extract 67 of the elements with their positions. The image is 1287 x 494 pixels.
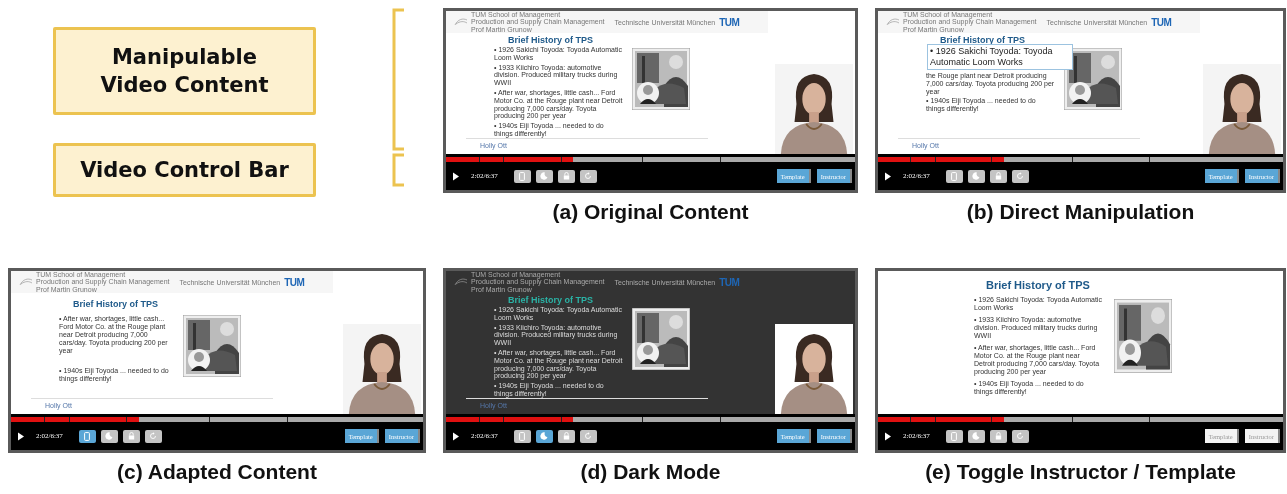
lock-icon	[994, 432, 1002, 440]
moon-icon	[105, 432, 114, 440]
figure-caption: (e) Toggle Instructor / Template	[924, 460, 1237, 484]
dark-mode-button[interactable]	[535, 429, 553, 443]
lock-button[interactable]	[122, 429, 140, 443]
lock-button[interactable]	[989, 169, 1007, 183]
play-icon[interactable]	[452, 171, 460, 181]
dark-mode-button[interactable]	[535, 169, 553, 183]
mobile-view-button[interactable]	[78, 429, 96, 443]
figure-caption: (a) Original Content	[551, 200, 750, 224]
lock-button[interactable]	[557, 169, 575, 183]
dark-mode-button[interactable]	[967, 169, 985, 183]
legend-box: Manipulable Video Content	[53, 27, 316, 115]
figure-caption: (b) Direct Manipulation	[965, 200, 1196, 224]
university-logo: TUM	[719, 16, 740, 28]
lock-icon	[994, 172, 1002, 180]
lock-button[interactable]	[557, 429, 575, 443]
reset-button[interactable]	[579, 169, 597, 183]
moon-icon	[972, 172, 981, 180]
play-icon[interactable]	[452, 431, 460, 441]
bracket	[392, 153, 404, 187]
phone-icon	[519, 431, 526, 441]
university-logo: TUM	[1151, 16, 1172, 28]
lock-icon	[562, 172, 570, 180]
reset-button[interactable]	[1011, 169, 1029, 183]
refresh-icon	[584, 172, 593, 180]
reset-button[interactable]	[144, 429, 162, 443]
phone-icon	[951, 431, 958, 441]
figure-caption: (d) Dark Mode	[579, 460, 722, 484]
mobile-view-button[interactable]	[945, 169, 963, 183]
figure-caption: (c) Adapted Content	[116, 460, 318, 484]
mobile-view-button[interactable]	[945, 429, 963, 443]
university-logo: TUM	[284, 276, 305, 288]
phone-icon	[519, 171, 526, 181]
refresh-icon	[1016, 432, 1025, 440]
enlarged-text-box[interactable]: • 1926 Sakichi Toyoda: Toyoda Automatic Loom Works	[927, 44, 1073, 70]
logo-icon	[886, 18, 900, 26]
refresh-icon	[149, 432, 158, 440]
moon-icon	[972, 432, 981, 440]
phone-icon	[84, 431, 91, 441]
dark-mode-button[interactable]	[967, 429, 985, 443]
play-icon[interactable]	[17, 431, 25, 441]
phone-icon	[951, 171, 958, 181]
reset-button[interactable]	[1011, 429, 1029, 443]
lock-button[interactable]	[989, 429, 1007, 443]
slide-title: Brief History of TPS	[73, 299, 159, 309]
logo-icon	[454, 18, 468, 26]
refresh-icon	[1016, 172, 1025, 180]
play-icon[interactable]	[884, 431, 892, 441]
mobile-view-button[interactable]	[513, 169, 531, 183]
slide-title: Brief History of TPS	[940, 35, 1026, 45]
logo-icon	[454, 278, 468, 286]
logo-icon	[19, 278, 33, 286]
lock-icon	[562, 432, 570, 440]
legend-box: Video Control Bar	[53, 143, 316, 197]
lock-icon	[127, 432, 135, 440]
university-logo: TUM	[719, 276, 740, 288]
reset-button[interactable]	[579, 429, 597, 443]
refresh-icon	[584, 432, 593, 440]
moon-icon	[540, 432, 549, 440]
mobile-view-button[interactable]	[513, 429, 531, 443]
dark-mode-button[interactable]	[100, 429, 118, 443]
moon-icon	[540, 172, 549, 180]
slide-title: Brief History of TPS	[508, 35, 594, 45]
play-icon[interactable]	[884, 171, 892, 181]
slide-title: Brief History of TPS	[508, 295, 594, 305]
slide-title: Brief History of TPS	[986, 279, 1091, 291]
